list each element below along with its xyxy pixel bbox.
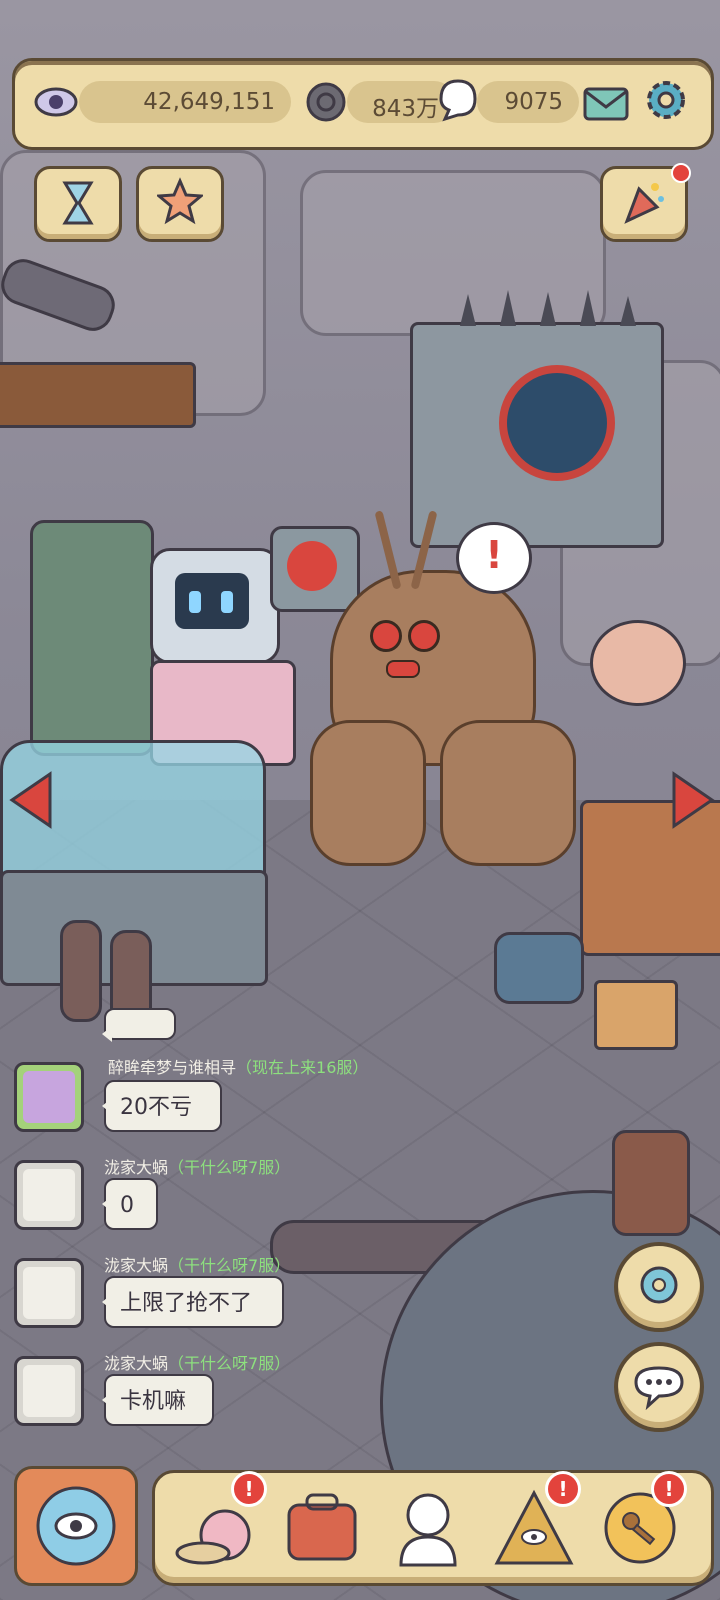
chat-sender: 泷家大蜗（干什么呀7服） — [104, 1350, 290, 1374]
gear-icon[interactable] — [641, 75, 687, 121]
tank-valve — [612, 1130, 690, 1236]
chat-sender-name: 泷家大蜗 — [104, 1354, 169, 1373]
chat-text: 卡机嘛 — [120, 1389, 187, 1414]
pipe — [60, 920, 102, 1022]
arrow-right-icon[interactable] — [670, 770, 716, 834]
spiked-cabinet[interactable] — [410, 322, 664, 548]
chat-bubble-partial — [102, 1008, 176, 1042]
cat-monitor[interactable] — [150, 548, 280, 664]
chat-bubble: 0 — [102, 1178, 158, 1230]
cardboard-box[interactable] — [594, 980, 678, 1050]
snail-shell-icon[interactable] — [303, 79, 349, 125]
party-popper-icon — [624, 183, 664, 224]
soul-currency-pill: 9075 — [477, 81, 579, 123]
cabinet-spikes — [460, 290, 636, 326]
statue-nav-button[interactable] — [385, 1485, 471, 1571]
avatar[interactable] — [14, 1062, 84, 1132]
alert-badge: ! — [651, 1471, 687, 1507]
eye-count-pill: 42,649,151 — [79, 81, 291, 123]
chat-bubble: 卡机嘛 — [102, 1374, 214, 1426]
monitor-screen — [175, 573, 249, 629]
chat-sender-name: 醉眸牵梦与谁相寻 — [108, 1058, 237, 1077]
notification-dot — [671, 163, 691, 183]
arrow-left-icon[interactable] — [8, 770, 54, 834]
avatar[interactable] — [14, 1160, 84, 1230]
resource-bar: 42,649,151 843万 9075 — [12, 58, 714, 150]
small-robot[interactable] — [494, 932, 584, 1004]
chat-sender: 泷家大蜗（干什么呀7服） — [104, 1154, 290, 1178]
chat-sender-name: 泷家大蜗 — [104, 1256, 169, 1275]
chat-text: 0 — [120, 1193, 134, 1218]
mail-icon[interactable] — [581, 79, 629, 125]
alert-badge: ! — [545, 1471, 581, 1507]
exclamation-icon: ! — [485, 533, 503, 577]
portal-button[interactable] — [14, 1466, 138, 1586]
alert-badge: ! — [231, 1471, 267, 1507]
mud-monster[interactable] — [290, 510, 590, 866]
chat-text: 20不亏 — [120, 1095, 192, 1120]
green-locker[interactable] — [30, 520, 154, 756]
chat-bubble: 上限了抢不了 — [102, 1276, 284, 1328]
chat-button[interactable] — [614, 1342, 704, 1432]
party-button[interactable] — [600, 163, 691, 242]
snail-nav-button[interactable]: ! — [173, 1471, 267, 1571]
chat-sender-name: 泷家大蜗 — [104, 1158, 169, 1177]
swap-button[interactable] — [614, 1242, 704, 1332]
chat-server-tag: （干什么呀7服） — [168, 1354, 291, 1373]
chat-bubble-icon — [634, 1366, 684, 1410]
target-dial — [499, 365, 615, 481]
bottom-nav: ! ! ! — [152, 1470, 714, 1586]
chat-server-tag: （现在上来16服） — [236, 1058, 369, 1077]
chat-text: 上限了抢不了 — [120, 1291, 253, 1316]
backpack-nav-button[interactable] — [279, 1485, 365, 1571]
bust-statue-icon — [399, 1493, 457, 1567]
portal-eye-icon — [36, 1486, 116, 1566]
swap-icon — [640, 1266, 678, 1304]
avatar[interactable] — [14, 1258, 84, 1328]
avatar[interactable] — [14, 1356, 84, 1426]
eyeball-display[interactable] — [590, 620, 686, 706]
hourglass-icon — [62, 181, 94, 225]
pyramid-nav-button[interactable]: ! — [491, 1471, 581, 1571]
alert-bubble[interactable]: ! — [456, 522, 532, 594]
chat-server-tag: （干什么呀7服） — [168, 1158, 291, 1177]
backpack-icon — [287, 1493, 357, 1561]
chat-sender: 泷家大蜗（干什么呀7服） — [104, 1252, 290, 1276]
soul-icon[interactable] — [435, 77, 481, 123]
hourglass-button[interactable] — [34, 166, 122, 242]
key-nav-button[interactable]: ! — [597, 1471, 687, 1571]
wooden-shelf — [0, 362, 196, 428]
chat-server-tag: （干什么呀7服） — [168, 1256, 291, 1275]
eye-count: 42,649,151 — [143, 89, 275, 115]
snail-currency: 843万 — [372, 96, 439, 122]
chat-sender: 醉眸牵梦与谁相寻（现在上来16服） — [108, 1054, 368, 1078]
soul-currency: 9075 — [504, 89, 563, 115]
eye-icon[interactable] — [33, 79, 79, 125]
chat-bubble: 20不亏 — [102, 1080, 222, 1132]
chat-feed[interactable]: 醉眸牵梦与谁相寻（现在上来16服） 20不亏 泷家大蜗（干什么呀7服） 0 泷家… — [0, 1008, 368, 1438]
star-icon — [157, 177, 203, 225]
star-button[interactable] — [136, 166, 224, 242]
